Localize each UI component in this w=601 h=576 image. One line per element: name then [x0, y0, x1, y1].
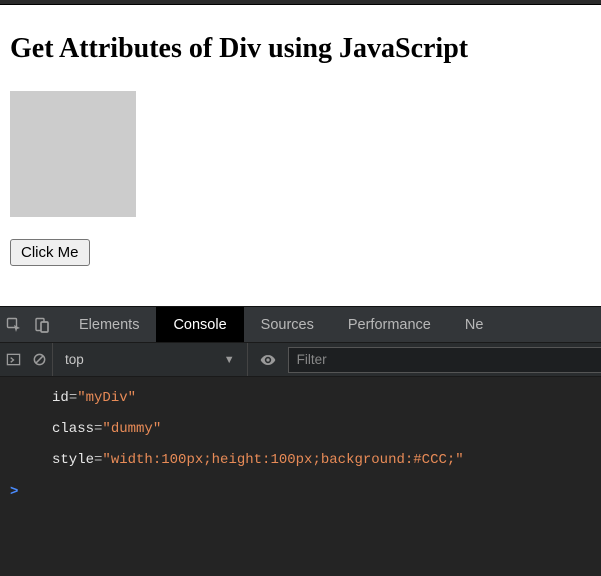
- tab-elements[interactable]: Elements: [62, 307, 156, 342]
- console-log-line: id="myDiv": [0, 385, 601, 416]
- console-output: id="myDiv" class="dummy" style="width:10…: [0, 377, 601, 576]
- tab-performance[interactable]: Performance: [331, 307, 448, 342]
- live-expression-icon[interactable]: [248, 351, 288, 369]
- tab-sources[interactable]: Sources: [244, 307, 331, 342]
- context-label: top: [65, 352, 84, 367]
- page-heading: Get Attributes of Div using JavaScript: [10, 33, 591, 65]
- console-filter-input[interactable]: Filter: [288, 347, 601, 373]
- execution-context-selector[interactable]: top ▼: [52, 343, 248, 376]
- filter-placeholder: Filter: [297, 352, 327, 367]
- console-log-line: class="dummy": [0, 416, 601, 447]
- tab-more-truncated[interactable]: Ne: [448, 307, 484, 342]
- console-prompt[interactable]: >: [0, 478, 601, 506]
- devtools-panel: Elements Console Sources Performance Ne …: [0, 306, 601, 576]
- chevron-down-icon: ▼: [224, 354, 235, 366]
- click-me-button[interactable]: Click Me: [10, 239, 90, 266]
- inspect-element-icon[interactable]: [5, 316, 23, 334]
- console-sidebar-toggle-icon[interactable]: [0, 352, 26, 367]
- devtools-tabbar: Elements Console Sources Performance Ne: [0, 307, 601, 343]
- demo-div: [10, 91, 136, 217]
- tab-console[interactable]: Console: [156, 307, 243, 342]
- console-toolbar: top ▼ Filter: [0, 343, 601, 377]
- console-log-line: style="width:100px;height:100px;backgrou…: [0, 447, 601, 478]
- clear-console-icon[interactable]: [26, 352, 52, 367]
- page-content: Get Attributes of Div using JavaScript C…: [0, 5, 601, 276]
- device-toggle-icon[interactable]: [33, 316, 51, 334]
